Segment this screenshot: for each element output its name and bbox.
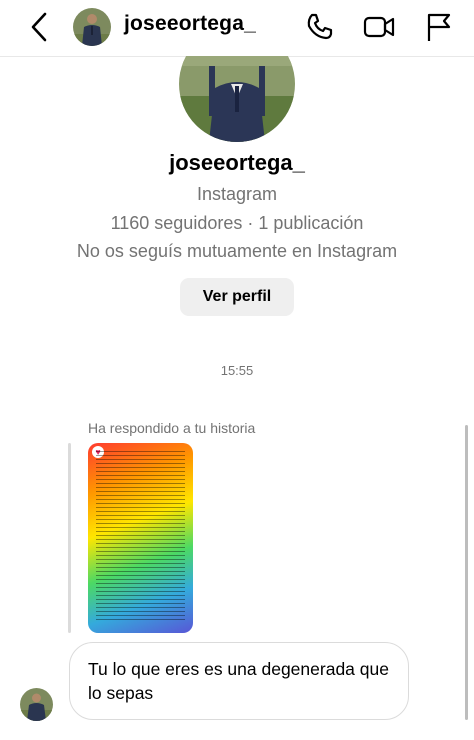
story-text-block [96,451,185,623]
chat-header: joseeortega_ [0,0,474,56]
sender-avatar[interactable] [20,688,53,721]
story-reply-bar [68,443,71,633]
view-profile-button[interactable]: Ver perfil [180,278,294,316]
video-camera-icon[interactable] [362,10,396,44]
profile-mutual-status: No os seguís mutuamente en Instagram [76,241,398,261]
phone-icon[interactable] [303,10,337,44]
back-chevron-icon[interactable] [26,10,54,44]
header-avatar[interactable] [73,8,111,46]
flag-icon[interactable] [422,10,456,44]
profile-platform: Instagram [196,184,278,204]
story-reply-label: Ha respondido a tu historia [88,420,256,436]
header-username[interactable]: joseeortega_ [124,12,256,36]
message-bubble[interactable]: Tu lo que eres es una degenerada que lo … [69,642,409,720]
scrollbar[interactable] [465,425,468,720]
profile-stats: 1160 seguidores · 1 publicación [110,213,364,233]
story-thumbnail[interactable]: ♥ [88,443,193,633]
profile-username: joseeortega_ [169,150,305,175]
message-timestamp: 15:55 [220,363,254,378]
